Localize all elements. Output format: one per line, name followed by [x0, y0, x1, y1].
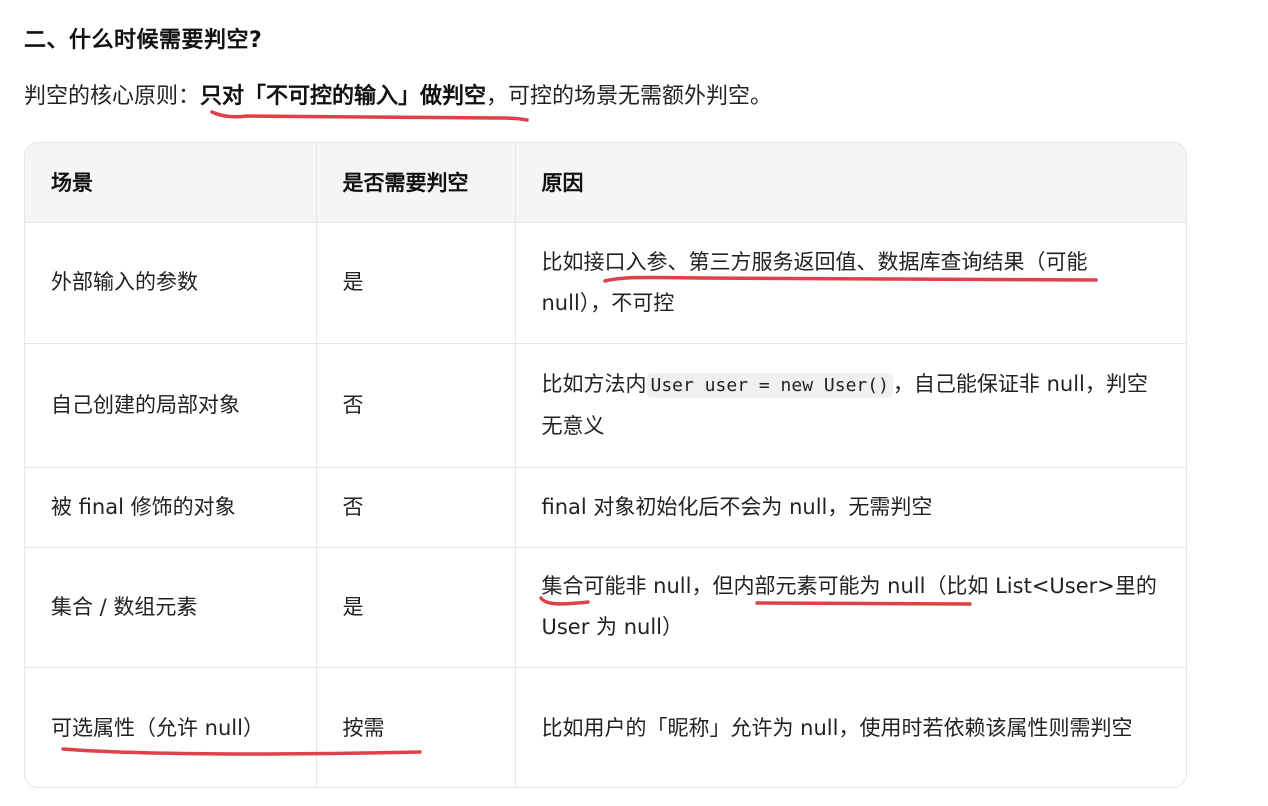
intro-prefix: 判空的核心原则： [24, 84, 201, 109]
cell-reason: 集合可能非 null，但内部元素可能为 null（比如 List<User>里的… [515, 547, 1186, 668]
cell-reason: 比如接口入参、第三方服务返回值、数据库查询结果（可能 null），不可控 [515, 222, 1186, 344]
cell-need: 否 [316, 343, 516, 468]
header-scene: 场景 [25, 143, 317, 223]
cell-scene: 自己创建的局部对象 [25, 343, 317, 468]
cell-reason: 比如方法内 User user = new User() ，自己能保证非 null，… [515, 343, 1186, 468]
reason-marked-text: 集合 [541, 574, 584, 598]
section-heading: 二、什么时候需要判空? [24, 28, 263, 53]
cell-reason: 比如用户的「昵称」允许为 null，使用时若依赖该属性则需判空 [541, 715, 1133, 740]
scenario-table: 场景 是否需要判空 原因 外部输入的参数 是 比如接口入参、第三方服务返回值、数… [24, 142, 1187, 788]
table-row: 集合 / 数组元素 是 集合可能非 null，但内部元素可能为 null（比如 … [25, 547, 1186, 668]
cell-reason: final 对象初始化后不会为 null，无需判空 [515, 467, 1186, 548]
cell-scene: 可选属性（允许 null） [25, 667, 317, 787]
intro-underline-mark [210, 110, 529, 122]
table-row: 可选属性（允许 null） 按需 比如用户的「昵称」允许为 null，使用时若依… [25, 667, 1186, 787]
intro-paragraph: 判空的核心原则：只对「不可控的输入」做判空，可控的场景无需额外判空。 [24, 78, 772, 110]
reason-marked-text: 内部元素可能为 null [733, 574, 926, 598]
reason-text: 比如 [541, 249, 584, 274]
header-need: 是否需要判空 [316, 143, 516, 223]
table-row: 被 final 修饰的对象 否 final 对象初始化后不会为 null，无需判… [25, 467, 1186, 548]
inline-code: User user = new User() [646, 372, 893, 398]
reason-text: 比如方法内 [541, 371, 647, 396]
cell-need: 是 [316, 547, 516, 668]
intro-suffix: ，可控的场景无需额外判空。 [486, 84, 773, 109]
header-reason: 原因 [515, 143, 1186, 223]
intro-emphasis: 只对「不可控的输入」做判空 [200, 84, 487, 109]
table-row: 外部输入的参数 是 比如接口入参、第三方服务返回值、数据库查询结果（可能 nul… [25, 222, 1186, 344]
reason-text: 可能非 null，但 [583, 574, 734, 598]
table-row: 自己创建的局部对象 否 比如方法内 User user = new User()，… [25, 343, 1186, 468]
reason-marked-text: 接口入参、第三方服务返回值、数据库查询结果 [583, 249, 1025, 274]
cell-need: 否 [316, 467, 516, 548]
cell-scene: 外部输入的参数 [25, 222, 317, 344]
cell-scene: 被 final 修饰的对象 [25, 467, 317, 548]
table-header-row: 场景 是否需要判空 原因 [25, 143, 1186, 223]
cell-need: 是 [316, 222, 516, 344]
cell-scene: 集合 / 数组元素 [25, 547, 317, 668]
cell-need: 按需 [316, 667, 516, 787]
